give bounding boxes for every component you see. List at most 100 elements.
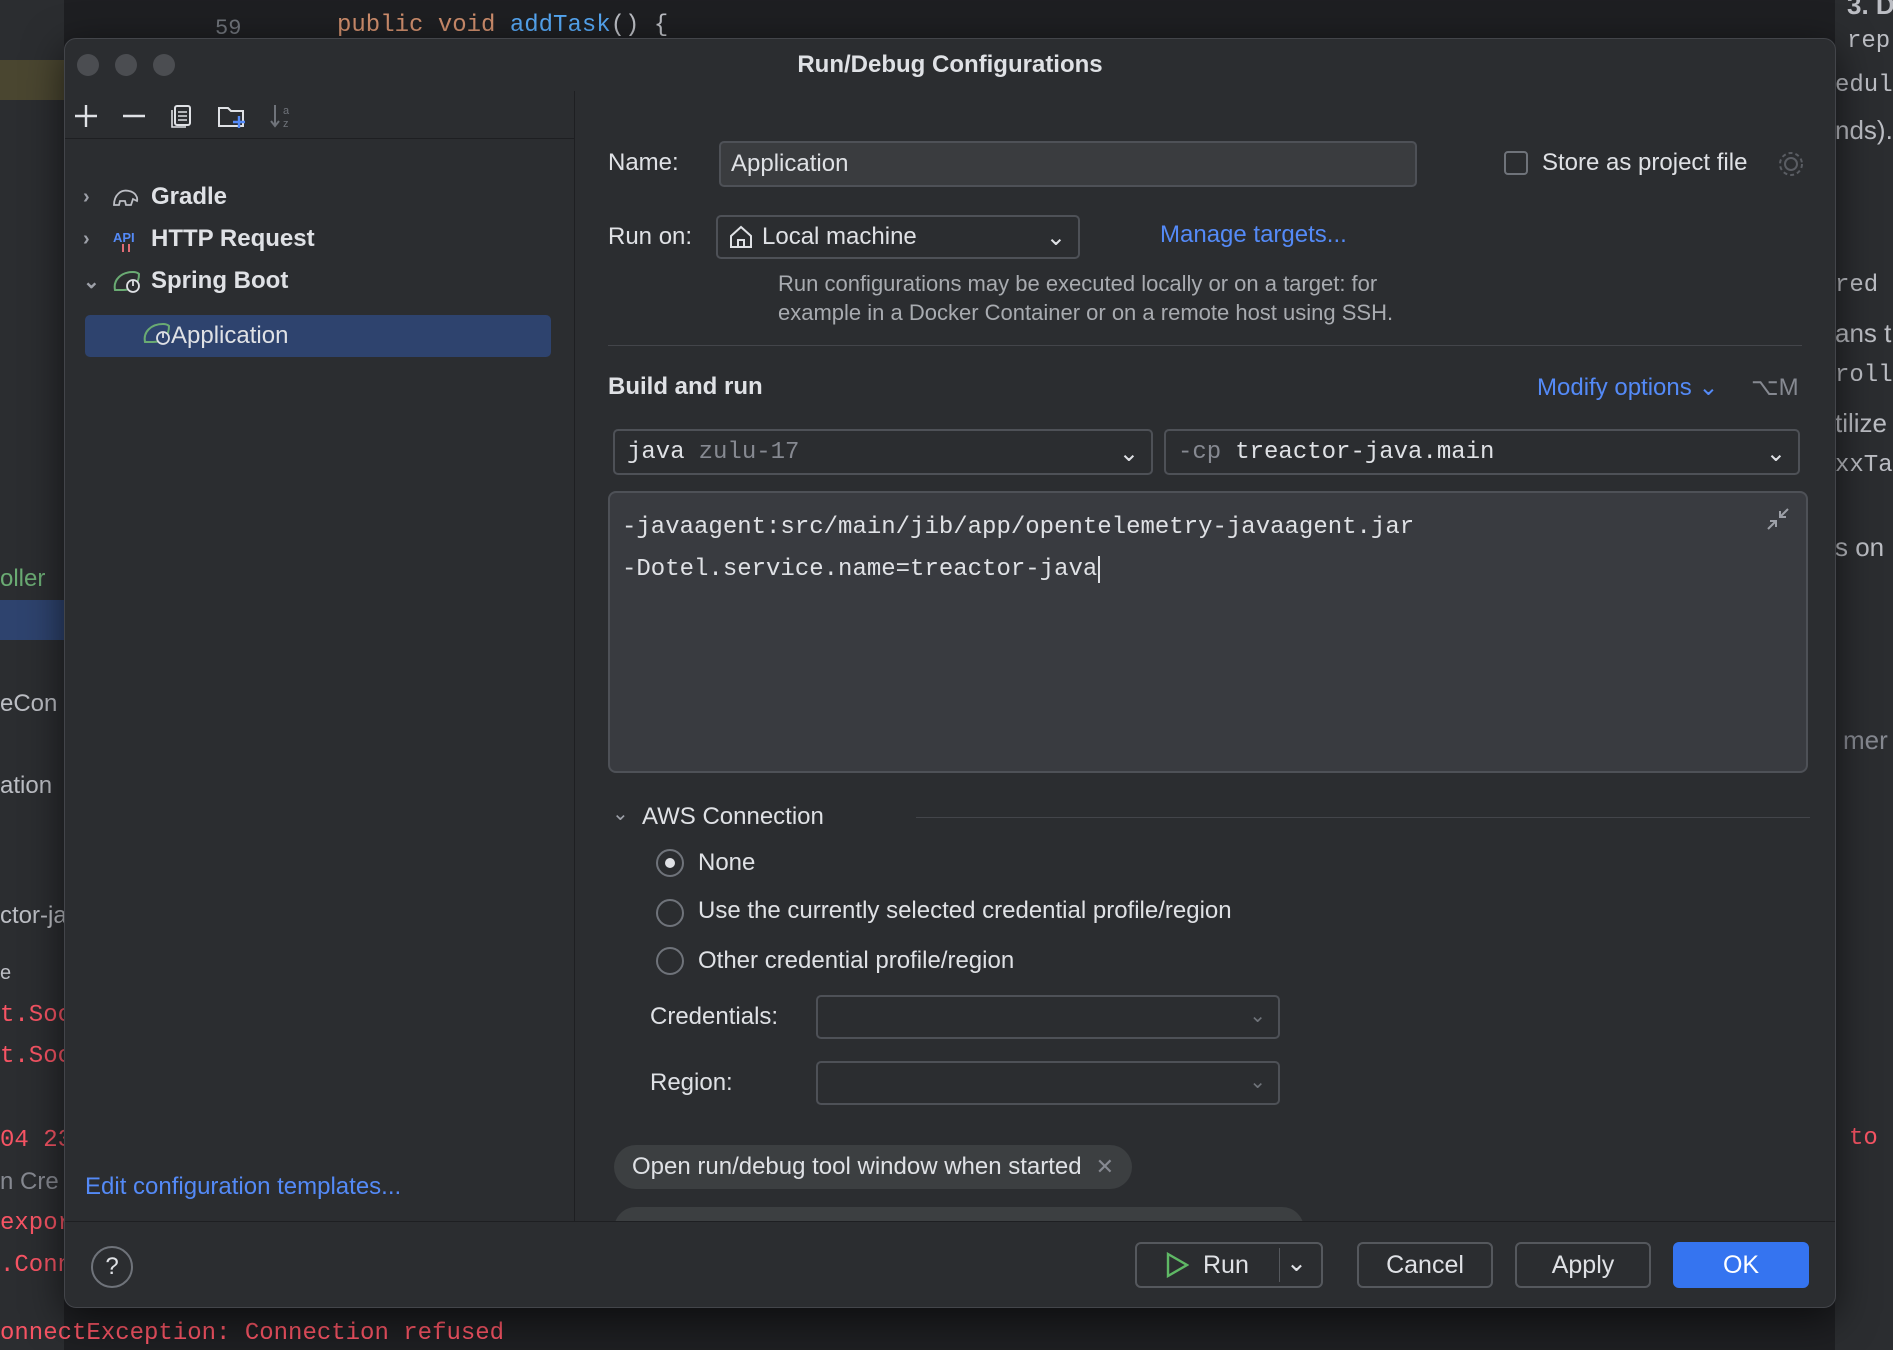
background-text: n Cre [0, 1168, 59, 1195]
gradle-icon [111, 183, 145, 211]
jdk-name: java [627, 438, 685, 466]
run-button[interactable]: Run ⌄ [1135, 1242, 1323, 1288]
chevron-down-icon: ⌄ [1249, 1005, 1266, 1027]
store-as-project-file-label: Store as project file [1542, 149, 1748, 176]
background-text: nds). [1835, 115, 1893, 145]
name-input[interactable]: Application [719, 141, 1417, 187]
store-as-project-file-checkbox[interactable] [1504, 151, 1528, 175]
spring-boot-icon [111, 267, 145, 295]
modify-options-label: Modify options [1537, 374, 1692, 401]
svg-text:z: z [283, 118, 289, 130]
split-divider [1279, 1248, 1280, 1282]
collapse-icon[interactable] [1764, 505, 1792, 533]
background-text: roll [1835, 362, 1893, 389]
apply-button[interactable]: Apply [1515, 1242, 1651, 1288]
background-code: public void addTask() { [337, 12, 668, 39]
run-on-hint-line2: example in a Docker Container or on a re… [778, 300, 1394, 325]
background-console-error: onnectException: Connection refused [0, 1320, 505, 1347]
run-on-value: Local machine [762, 223, 917, 250]
background-text: expor [0, 1210, 64, 1237]
background-text: t.Soc [0, 1002, 64, 1029]
background-text: ation [0, 772, 53, 799]
modify-options-link[interactable]: Modify options ⌄ [1537, 373, 1719, 402]
background-project-panel: oller eCon ation ctor-ja e t.Soc t.Soc 0… [0, 0, 64, 1350]
vm-options-textarea[interactable]: -javaagent:src/main/jib/app/opentelemetr… [608, 491, 1808, 773]
background-text: red [1835, 272, 1879, 299]
option-chip[interactable] [614, 1207, 1304, 1221]
background-editor: 59 public void addTask() { [195, 0, 1475, 41]
chevron-right-icon[interactable]: › [83, 228, 111, 251]
background-text: to [1849, 1125, 1878, 1152]
gear-icon[interactable] [1776, 149, 1806, 179]
background-text: ans th [1835, 318, 1893, 348]
chevron-down-icon[interactable]: ⌄ [612, 801, 629, 826]
region-dropdown[interactable]: ⌄ [816, 1061, 1280, 1105]
chevron-down-icon: ⌄ [1045, 224, 1066, 251]
tree-item-application[interactable]: Application [85, 315, 551, 357]
sort-configurations-button[interactable]: az [265, 99, 299, 133]
vm-options-line: -javaagent:src/main/jib/app/opentelemetr… [622, 514, 1415, 541]
ok-button[interactable]: OK [1673, 1242, 1809, 1288]
edit-templates-link[interactable]: Edit configuration templates... [85, 1173, 401, 1201]
divider [916, 817, 1810, 818]
credentials-label: Credentials: [650, 1003, 779, 1030]
configurations-panel: az › Gradle › API HTTP Request ⌄ Spring … [65, 91, 575, 1221]
jdk-version: zulu-17 [698, 438, 800, 466]
background-text: 04 23 [0, 1127, 64, 1154]
svg-text:a: a [283, 105, 290, 117]
aws-other-profile-radio[interactable] [656, 947, 684, 975]
run-debug-dialog: Run/Debug Configurations az › Gradle › A… [64, 38, 1836, 1308]
dialog-footer: ? Run ⌄ Cancel Apply OK [65, 1221, 1835, 1307]
code-keyword: public void [337, 12, 510, 39]
modify-options-shortcut: ⌥M [1751, 374, 1799, 401]
add-configuration-button[interactable] [69, 99, 103, 133]
manage-targets-link[interactable]: Manage targets... [1160, 221, 1347, 249]
chip-label: Open run/debug tool window when started [632, 1153, 1082, 1180]
chevron-right-icon[interactable]: › [83, 186, 111, 209]
new-folder-button[interactable] [215, 99, 249, 133]
region-label: Region: [650, 1069, 733, 1096]
help-button[interactable]: ? [91, 1246, 133, 1288]
close-icon[interactable]: ✕ [1096, 1154, 1114, 1180]
aws-current-profile-radio[interactable] [656, 899, 684, 927]
jdk-dropdown[interactable]: java zulu-17 ⌄ [613, 429, 1153, 475]
aws-other-profile-label: Other credential profile/region [698, 947, 1015, 974]
home-icon [730, 225, 752, 248]
background-text: e [0, 962, 12, 984]
credentials-dropdown[interactable]: ⌄ [816, 995, 1280, 1039]
tree-item-http-request[interactable]: › API HTTP Request [83, 219, 315, 259]
aws-none-radio[interactable] [656, 849, 684, 877]
tree-item-spring-boot[interactable]: ⌄ Spring Boot [83, 261, 288, 301]
background-selection [0, 600, 64, 640]
background-text: rep [1847, 28, 1891, 55]
copy-configuration-button[interactable] [165, 99, 199, 133]
background-text: mer [1843, 725, 1888, 755]
tree-item-label: Application [171, 322, 289, 349]
cancel-button[interactable]: Cancel [1357, 1242, 1493, 1288]
chevron-down-icon[interactable]: ⌄ [1286, 1248, 1307, 1278]
code-rest: () { [610, 12, 669, 39]
background-text: .Conn [0, 1252, 64, 1279]
build-and-run-title: Build and run [608, 373, 763, 400]
open-tool-window-chip[interactable]: Open run/debug tool window when started … [614, 1145, 1133, 1189]
background-text: xxTa [1835, 452, 1893, 479]
run-on-label: Run on: [608, 223, 693, 250]
chevron-down-icon[interactable]: ⌄ [83, 269, 111, 294]
chevron-down-icon: ⌄ [1118, 440, 1139, 467]
name-label: Name: [608, 149, 679, 176]
chevron-down-icon: ⌄ [1249, 1071, 1266, 1093]
background-text: t.Soc [0, 1043, 64, 1070]
folder-plus-icon [218, 107, 245, 128]
run-on-dropdown[interactable]: Local machine ⌄ [716, 215, 1080, 259]
tree-item-label: HTTP Request [151, 225, 315, 252]
run-on-hint-line1: Run configurations may be executed local… [778, 271, 1378, 296]
tree-item-gradle[interactable]: › Gradle [83, 177, 227, 217]
classpath-module-dropdown[interactable]: -cp treactor-java.main ⌄ [1164, 429, 1800, 475]
remove-configuration-button[interactable] [117, 99, 151, 133]
cp-flag: -cp [1178, 438, 1222, 466]
plus-icon [75, 105, 97, 127]
aws-connection-title: AWS Connection [642, 803, 824, 830]
chevron-down-icon: ⌄ [1698, 374, 1719, 401]
svg-text:API: API [113, 230, 135, 245]
play-icon [1166, 1252, 1189, 1278]
